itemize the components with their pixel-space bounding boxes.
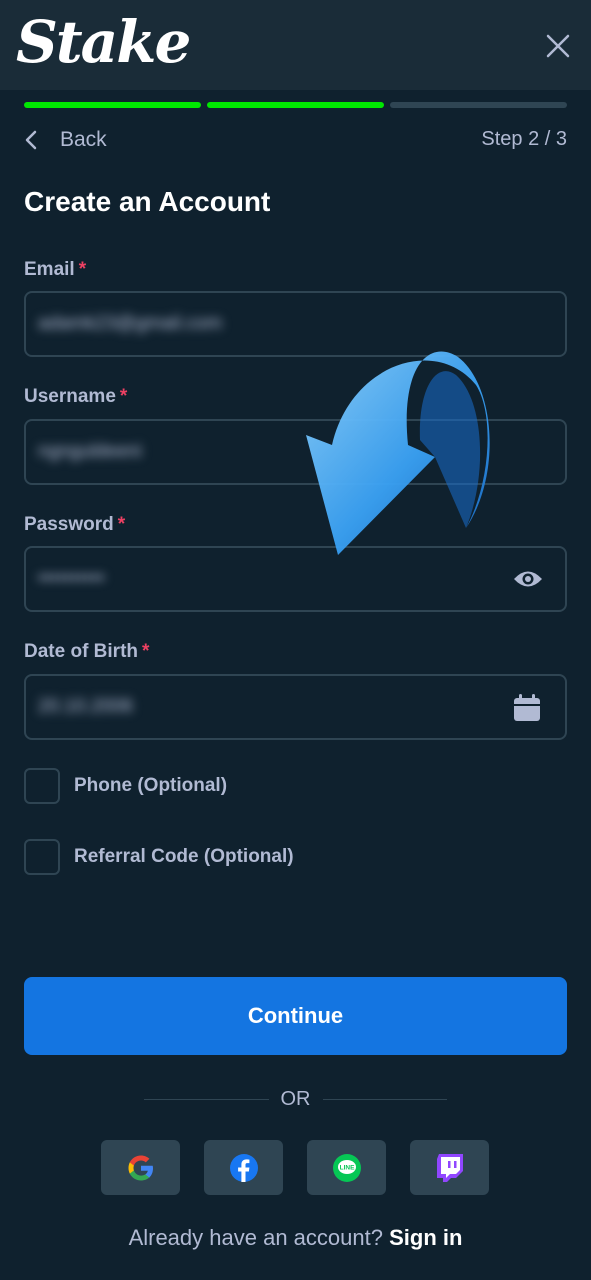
google-login-button[interactable]: [101, 1140, 180, 1195]
signin-prompt: Already have an account? Sign in: [128, 1225, 463, 1250]
username-field[interactable]: ngnguldeeni: [24, 419, 567, 485]
dob-value: 20.10.2006: [38, 696, 134, 717]
close-button[interactable]: [540, 28, 576, 64]
progress-segment-2: [207, 102, 384, 108]
progress-bar: [24, 102, 567, 108]
line-icon: LINE: [332, 1153, 361, 1182]
email-label: Email *: [24, 259, 87, 280]
social-login-row: LINE: [101, 1140, 489, 1195]
calendar-icon[interactable]: [513, 694, 541, 727]
password-field[interactable]: ••••••••••: [24, 546, 567, 612]
progress-segment-1: [24, 102, 201, 108]
progress-segment-3: [390, 102, 567, 108]
back-label: Back: [60, 128, 107, 151]
step-indicator: Step 2 / 3: [481, 128, 567, 150]
line-login-button[interactable]: LINE: [307, 1140, 386, 1195]
continue-button[interactable]: Continue: [24, 977, 567, 1055]
back-button[interactable]: Back: [24, 124, 107, 156]
page-title: Create an Account: [24, 186, 271, 217]
twitch-login-button[interactable]: [410, 1140, 489, 1195]
dob-label: Date of Birth *: [24, 641, 150, 662]
divider-line: [322, 1098, 447, 1100]
eye-icon[interactable]: [513, 568, 543, 595]
facebook-icon: [229, 1153, 258, 1182]
required-marker: *: [78, 259, 87, 280]
svg-text:LINE: LINE: [339, 1164, 354, 1171]
username-value: ngnguldeeni: [38, 441, 142, 462]
close-icon: [546, 34, 570, 58]
google-icon: [128, 1155, 153, 1180]
dob-field[interactable]: 20.10.2006: [24, 674, 567, 740]
password-label: Password *: [24, 514, 126, 535]
phone-checkbox[interactable]: [24, 768, 60, 804]
or-label: OR: [280, 1087, 311, 1110]
password-value: ••••••••••: [38, 568, 105, 589]
twitch-icon: [436, 1153, 463, 1182]
divider-line: [144, 1098, 269, 1100]
signin-link[interactable]: Sign in: [389, 1225, 462, 1250]
stake-logo[interactable]: Stake: [16, 8, 191, 76]
required-marker: *: [117, 514, 126, 535]
referral-checkbox-row[interactable]: Referral Code (Optional): [24, 839, 294, 875]
email-value: adamk23@gmail.com: [38, 313, 223, 334]
required-marker: *: [142, 641, 150, 662]
email-field[interactable]: adamk23@gmail.com: [24, 291, 567, 357]
or-divider: OR: [144, 1086, 447, 1112]
header: Stake: [0, 0, 591, 90]
chevron-left-icon: [25, 130, 37, 150]
referral-checkbox[interactable]: [24, 839, 60, 875]
referral-checkbox-label: Referral Code (Optional): [74, 846, 294, 867]
phone-checkbox-row[interactable]: Phone (Optional): [24, 768, 227, 804]
required-marker: *: [119, 386, 128, 407]
facebook-login-button[interactable]: [204, 1140, 283, 1195]
username-label: Username *: [24, 386, 128, 407]
phone-checkbox-label: Phone (Optional): [74, 775, 228, 796]
